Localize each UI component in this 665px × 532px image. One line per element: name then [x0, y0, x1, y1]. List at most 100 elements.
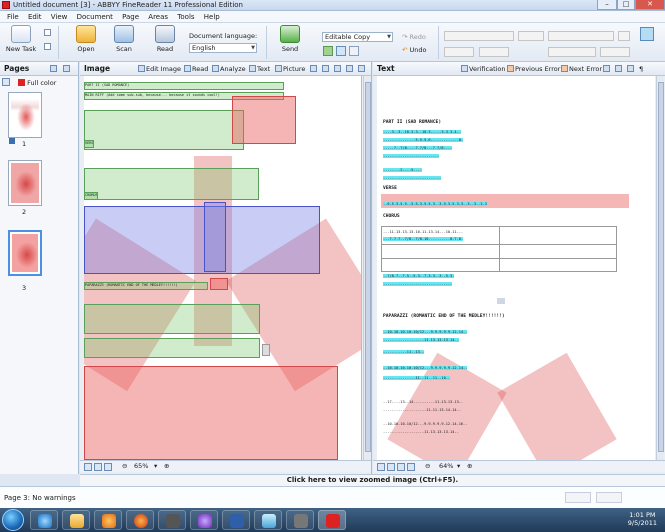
taskbar-firefox[interactable]	[126, 510, 154, 530]
page-thumbnail-1[interactable]	[8, 92, 42, 138]
help-icon[interactable]	[640, 27, 654, 41]
picture-area-button[interactable]: Picture	[275, 65, 305, 73]
redo-button[interactable]: ↷ Redo	[402, 32, 426, 42]
page-thumbnail-3[interactable]	[8, 230, 42, 276]
select-area-icon[interactable]	[334, 65, 342, 73]
bold-italic-buttons[interactable]	[444, 47, 474, 57]
chevron-down-icon[interactable]: ▾	[457, 462, 460, 470]
layout-mode-icon[interactable]	[336, 46, 346, 56]
taskbar-finereader[interactable]	[318, 510, 346, 530]
fit-page-icon[interactable]	[377, 463, 385, 471]
close-pane-icon[interactable]	[358, 65, 366, 73]
menu-areas[interactable]: Areas	[148, 11, 168, 23]
table-area[interactable]	[84, 206, 320, 274]
open-button[interactable]: Open	[70, 25, 102, 53]
zoom-value[interactable]: 64%	[439, 462, 453, 470]
chevron-down-icon[interactable]: ▾	[154, 462, 157, 470]
paragraph-buttons[interactable]	[600, 47, 630, 57]
zoom-value[interactable]: 65%	[134, 462, 148, 470]
previous-error-button[interactable]: Previous Error	[507, 65, 560, 73]
minimize-button[interactable]: –	[597, 0, 617, 10]
copy-icon[interactable]	[615, 65, 623, 73]
next-error-button[interactable]: Next Error	[561, 65, 602, 73]
scrollbar-thumb[interactable]	[365, 82, 371, 452]
menu-page[interactable]: Page	[122, 11, 139, 23]
barcode-area-icon[interactable]	[322, 65, 330, 73]
zoom-in-icon[interactable]: ⊕	[164, 462, 169, 470]
menu-view[interactable]: View	[51, 11, 68, 23]
tab-block[interactable]	[84, 168, 259, 200]
taskbar-yahoo[interactable]	[190, 510, 218, 530]
read-page-button[interactable]: Read	[184, 65, 208, 73]
picture-area[interactable]	[210, 278, 228, 290]
font-select[interactable]	[548, 31, 614, 41]
format-select[interactable]: Editable Copy ▼	[322, 32, 393, 42]
text-color-button[interactable]	[618, 31, 630, 41]
close-button[interactable]: ✕	[635, 0, 665, 10]
page-thumbnail-2[interactable]	[8, 160, 42, 206]
alignment-buttons[interactable]	[548, 47, 596, 57]
taskbar-media-player[interactable]	[94, 510, 122, 530]
table-area[interactable]	[204, 202, 226, 272]
system-clock[interactable]: 1:01 PM 9/5/2011	[628, 511, 657, 527]
actual-size-icon[interactable]	[104, 463, 112, 471]
undo-button[interactable]: ↶ Undo	[402, 45, 427, 55]
menu-document[interactable]: Document	[77, 11, 113, 23]
table-area-icon[interactable]	[310, 65, 318, 73]
picture-area[interactable]	[84, 366, 338, 460]
taskbar-notes[interactable]	[254, 510, 282, 530]
taskbar-vm[interactable]	[286, 510, 314, 530]
analyze-button[interactable]: Analyze	[212, 65, 246, 73]
status-close-button[interactable]	[596, 492, 622, 503]
window-mode-icon[interactable]	[346, 65, 354, 73]
pages-nav-icon[interactable]	[50, 65, 58, 73]
document-language-select[interactable]: English ▼	[189, 43, 257, 53]
new-task-button[interactable]: New Task	[4, 25, 38, 53]
scrollbar-thumb[interactable]	[658, 82, 664, 452]
verification-button[interactable]: Verification	[461, 65, 506, 73]
scan-button[interactable]: Scan	[108, 25, 140, 53]
text-block[interactable]: PAPARAZZI (ROMANTIC END OF THE MEDLEY!!!…	[84, 282, 208, 290]
spell-check-icon[interactable]	[603, 65, 611, 73]
tab-block[interactable]	[84, 110, 244, 150]
actual-size-icon[interactable]	[397, 463, 405, 471]
menu-help[interactable]: Help	[204, 11, 220, 23]
taskbar-disk[interactable]	[222, 510, 250, 530]
layout-mode-icon[interactable]	[349, 46, 359, 56]
text-view-icon[interactable]	[407, 463, 415, 471]
status-details-button[interactable]	[565, 492, 591, 503]
sub-super-buttons[interactable]	[479, 47, 509, 57]
menu-file[interactable]: File	[7, 11, 19, 23]
taskbar-ie[interactable]	[30, 510, 58, 530]
tab-block[interactable]	[84, 338, 260, 358]
send-button[interactable]: Send	[274, 25, 306, 53]
zoom-hint-button[interactable]: Click here to view zoomed image (Ctrl+F5…	[80, 474, 665, 486]
text-block[interactable]: CHORUS	[84, 192, 98, 200]
edit-image-button[interactable]: Edit Image	[138, 65, 181, 73]
start-button[interactable]	[2, 509, 24, 531]
image-document[interactable]: PART II (SAD ROMANCE) MAIN RIFF (Add som…	[84, 76, 362, 460]
image-scrollbar[interactable]	[363, 76, 371, 460]
fit-page-icon[interactable]	[84, 463, 92, 471]
text-area-button[interactable]: Text	[249, 65, 270, 73]
font-size-select[interactable]	[518, 31, 544, 41]
text-document[interactable]: PART II (SAD ROMANCE) ----3--3--10-3-3--…	[377, 76, 655, 460]
zoom-out-icon[interactable]: ⊖	[122, 462, 127, 470]
taskbar-explorer[interactable]	[62, 510, 90, 530]
layout-mode-icon[interactable]	[323, 46, 333, 56]
pilcrow-icon[interactable]: ¶	[639, 65, 643, 73]
small-copy-icon[interactable]	[44, 43, 51, 50]
pages-close-icon[interactable]	[63, 65, 71, 73]
small-page-icon[interactable]	[44, 29, 51, 36]
zoom-out-icon[interactable]: ⊖	[425, 462, 430, 470]
tab-block[interactable]	[84, 304, 260, 334]
read-button[interactable]: Read	[149, 25, 181, 53]
menu-tools[interactable]: Tools	[177, 11, 194, 23]
menu-edit[interactable]: Edit	[28, 11, 42, 23]
view-mode-row[interactable]: Full color	[2, 78, 78, 89]
text-scrollbar[interactable]	[656, 76, 664, 460]
window-mode-icon[interactable]	[627, 65, 635, 73]
taskbar-steam[interactable]	[158, 510, 186, 530]
fit-width-icon[interactable]	[387, 463, 395, 471]
text-block[interactable]: PART II (SAD ROMANCE)	[84, 82, 284, 90]
